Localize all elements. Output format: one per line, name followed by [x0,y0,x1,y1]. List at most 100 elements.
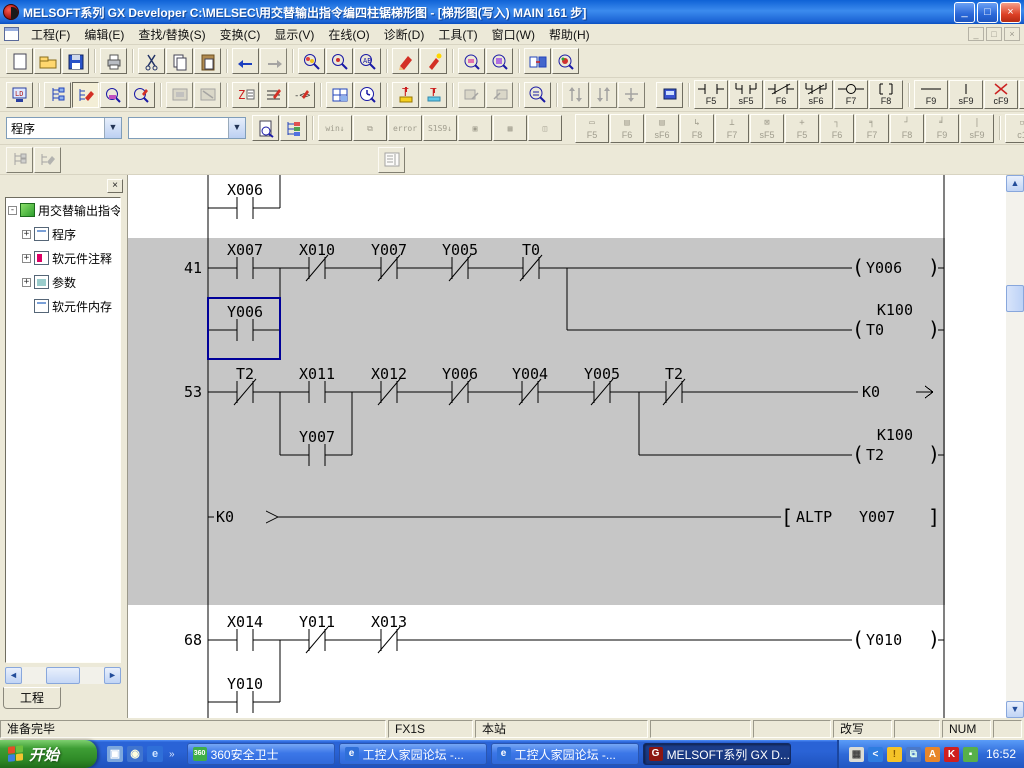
scroll-down-icon[interactable]: ▼ [1006,701,1024,718]
scroll-up-icon[interactable]: ▲ [1006,175,1024,192]
tree-button[interactable] [44,82,71,108]
tree-item-1[interactable]: +程序 [6,222,120,246]
llt-button[interactable]: LD [6,82,33,108]
mdi-child-icon[interactable] [4,27,19,41]
commentMag-button[interactable] [524,82,551,108]
security-alert-tray-icon[interactable]: ! [887,747,902,762]
antivirus-tray-icon[interactable]: K [944,747,959,762]
chevron-down-icon[interactable]: ▼ [104,118,121,138]
scroll-left-icon[interactable]: ◄ [5,667,22,684]
print-button[interactable] [100,48,127,74]
menu-F[interactable]: 工程(F) [24,24,77,45]
alert-tray-icon[interactable]: A [925,747,940,762]
zoomB-button[interactable] [486,48,513,74]
scrollbar-thumb[interactable] [46,667,80,684]
task-button-4[interactable]: GMELSOFT系列 GX D... [643,743,791,765]
start-button[interactable]: 开始 [0,740,97,768]
network-tray-icon[interactable]: ⧉ [906,747,921,762]
zoomA-button[interactable] [458,48,485,74]
language-tray-icon[interactable]: < [868,747,883,762]
keyboard-tray-icon[interactable]: ▦ [849,747,864,762]
collapse-icon[interactable]: - [8,206,17,215]
ladder-symbol-F6-button[interactable]: F6 [764,80,798,109]
treeC-button[interactable] [280,115,307,141]
ie-icon[interactable]: e [147,746,163,762]
cut-button[interactable] [138,48,165,74]
quicklaunch-overflow-chevron[interactable]: » [167,749,177,760]
clockm-button[interactable] [354,82,381,108]
task-button-2[interactable]: e工控人家园论坛 -... [339,743,487,765]
tree-item-4[interactable]: 软元件内存 [6,294,120,318]
open-button[interactable] [34,48,61,74]
findA-button[interactable] [100,82,127,108]
za-button[interactable]: Z [232,82,259,108]
ladder-symbol-sF5-button[interactable]: sF5 [729,80,763,109]
find1-button[interactable] [298,48,325,74]
menu-W[interactable]: 窗口(W) [485,24,542,45]
program-combobox[interactable]: 程序 ▼ [6,117,122,139]
ladder-symbol-F5-button[interactable]: F5 [694,80,728,109]
menu-E[interactable]: 编辑(E) [77,24,131,45]
expand-icon[interactable]: + [22,254,31,263]
ty1-button[interactable]: T [392,82,419,108]
ty2-button[interactable]: T [420,82,447,108]
media-player-icon[interactable]: ◉ [127,746,143,762]
menu-H[interactable]: 帮助(H) [542,24,597,45]
pgfind-button[interactable] [252,115,279,141]
minimize-button[interactable]: _ [954,2,975,23]
close-panel-icon[interactable]: × [107,179,123,193]
messenger-tray-icon[interactable]: ▪ [963,747,978,762]
menu-D[interactable]: 诊断(D) [377,24,432,45]
zc-button[interactable]: -<> [288,82,315,108]
menu-T[interactable]: 工具(T) [431,24,484,45]
save-button[interactable] [62,48,89,74]
tree-root-project[interactable]: -用交替输出指令编四柱锯梯形图 [6,198,120,222]
task-button-1[interactable]: 360360安全卫士 [187,743,335,765]
undo-button[interactable] [232,48,259,74]
mdi-restore-button[interactable]: □ [986,27,1002,41]
ladder-symbol-cF10-button[interactable]: cF10 [1019,80,1024,109]
editor-vertical-scrollbar[interactable]: ▲ ▼ [1006,175,1024,718]
copy-button[interactable] [166,48,193,74]
zb-button[interactable] [260,82,287,108]
find3-button[interactable]: AB [354,48,381,74]
secondary-combobox[interactable]: ▼ [128,117,246,139]
tree-item-3[interactable]: +参数 [6,270,120,294]
expand-icon[interactable]: + [22,278,31,287]
ladder-symbol-F9-button[interactable]: F9 [914,80,948,109]
mdi-minimize-button[interactable]: _ [968,27,984,41]
task-button-3[interactable]: e工控人家园论坛 -... [491,743,639,765]
treeEdit-button[interactable] [72,82,99,108]
find2-button[interactable] [326,48,353,74]
menu-C[interactable]: 变换(C) [213,24,268,45]
pen2-button[interactable] [420,48,447,74]
menu-V[interactable]: 显示(V) [267,24,321,45]
paste-button[interactable] [194,48,221,74]
tree-horizontal-scrollbar[interactable]: ◄ ► [5,667,121,684]
split-button[interactable] [524,48,551,74]
restore-button[interactable]: □ [977,2,998,23]
scrollbar-thumb[interactable] [1006,285,1024,312]
ladder-editor[interactable]: X006X007X010Y007Y005T0Y006T2X011X012Y006… [127,175,1006,718]
chevron-down-icon[interactable]: ▼ [228,118,245,138]
ladder-symbol-sF6-button[interactable]: sF6 [799,80,833,109]
mdi-close-button[interactable]: × [1004,27,1020,41]
expand-icon[interactable]: + [22,230,31,239]
menu-S[interactable]: 查找/替换(S) [131,24,212,45]
menu-O[interactable]: 在线(O) [321,24,376,45]
show-desktop-icon[interactable]: ▣ [107,746,123,762]
scroll-right-icon[interactable]: ► [104,667,121,684]
device-memory-monitor-button[interactable] [656,82,683,108]
zoomC-button[interactable] [552,48,579,74]
ladder-symbol-F7-button[interactable]: F7 [834,80,868,109]
ladder-symbol-cF9-button[interactable]: cF9 [984,80,1018,109]
grid-button[interactable] [326,82,353,108]
ladder-symbol-sF9-button[interactable]: sF9 [949,80,983,109]
close-button[interactable]: × [1000,2,1021,23]
findB-button[interactable] [128,82,155,108]
pen1-button[interactable] [392,48,419,74]
ladder-symbol-F8-button[interactable]: F8 [869,80,903,109]
new-button[interactable] [6,48,33,74]
tree-item-2[interactable]: +软元件注释 [6,246,120,270]
tab-project[interactable]: 工程 [3,687,61,709]
